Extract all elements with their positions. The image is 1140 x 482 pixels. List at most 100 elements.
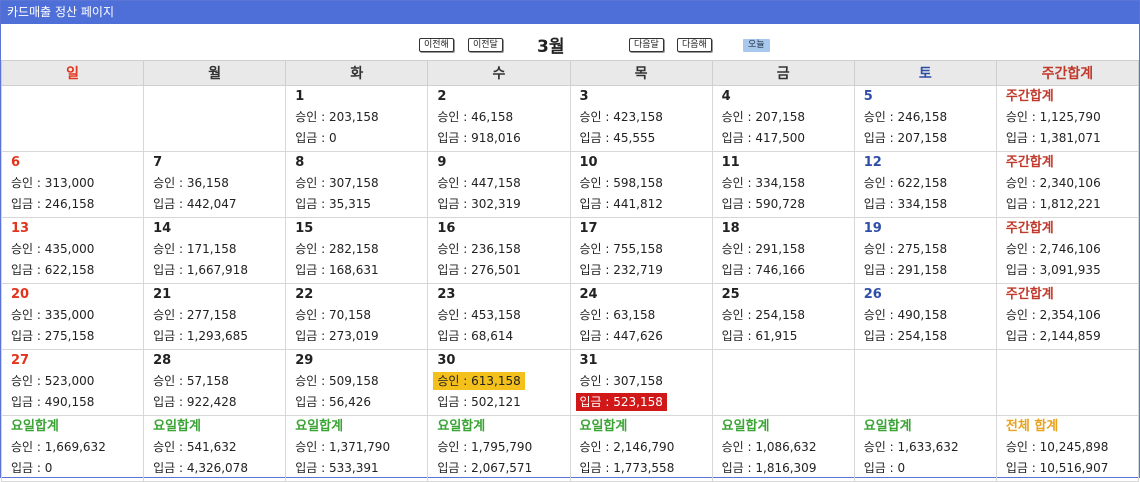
day-cell[interactable]: 22 승인 : 70,158 입금 : 273,019	[285, 283, 429, 350]
approve-amount: 승인 : 254,158	[721, 308, 806, 322]
next-month-button[interactable]: 다음달	[629, 38, 664, 52]
day-cell[interactable]: 15 승인 : 282,158 입금 : 168,631	[285, 217, 429, 284]
next-year-button[interactable]: 다음해	[677, 38, 712, 52]
deposit-amount: 입금 : 502,121	[437, 395, 521, 409]
deposit-line: 입금 : 246,158	[11, 194, 143, 215]
approve-line: 승인 : 282,158	[295, 239, 427, 260]
deposit-amount: 입금 : 918,016	[437, 131, 521, 145]
deposit-line: 입금 : 56,426	[295, 392, 427, 413]
day-cell[interactable]: 27 승인 : 523,000 입금 : 490,158	[0, 349, 145, 416]
deposit-amount: 입금 : 590,728	[721, 197, 806, 211]
day-cell[interactable]: 24 승인 : 63,158 입금 : 447,626	[569, 283, 713, 350]
day-cell[interactable]: 28 승인 : 57,158 입금 : 922,428	[143, 349, 287, 416]
deposit-amount: 입금 : 207,158	[863, 131, 948, 145]
day-cell[interactable]: 4 승인 : 207,158 입금 : 417,500	[711, 85, 855, 152]
day-cell[interactable]: 18 승인 : 291,158 입금 : 746,166	[711, 217, 855, 284]
deposit-amount: 입금 : 922,428	[153, 395, 237, 409]
deposit-amount: 입금 : 45,555	[579, 131, 656, 145]
deposit-line: 입금 : 254,158	[864, 326, 996, 347]
deposit-line: 입금 : 302,319	[437, 194, 569, 215]
header-friday: 금	[711, 60, 855, 86]
approve-amount: 승인 : 277,158	[153, 308, 237, 322]
today-button[interactable]: 오늘	[743, 39, 770, 52]
day-cell[interactable]: 17 승인 : 755,158 입금 : 232,719	[569, 217, 713, 284]
prev-year-button[interactable]: 이전해	[419, 38, 454, 52]
day-cell[interactable]: 2 승인 : 46,158 입금 : 918,016	[427, 85, 571, 152]
approve-amount: 승인 : 203,158	[295, 110, 379, 124]
day-cell[interactable]: 5 승인 : 246,158 입금 : 207,158	[853, 85, 997, 152]
day-cell[interactable]: 9 승인 : 447,158 입금 : 302,319	[427, 151, 571, 218]
deposit-amount: 입금 : 1,293,685	[153, 329, 248, 343]
approve-line: 승인 : 423,158	[580, 107, 712, 128]
day-cell[interactable]: 1 승인 : 203,158 입금 : 0	[285, 85, 429, 152]
day-cell[interactable]: 12 승인 : 622,158 입금 : 334,158	[853, 151, 997, 218]
deposit-amount: 입금 : 56,426	[295, 395, 371, 409]
approve-line	[11, 107, 143, 128]
day-cell[interactable]: 6 승인 : 313,000 입금 : 246,158	[0, 151, 145, 218]
deposit-line: 입금 : 276,501	[437, 260, 569, 281]
approve-amount: 승인 : 755,158	[579, 242, 663, 256]
deposit-line: 입금 : 523,158	[575, 392, 712, 413]
approve-line: 승인 : 70,158	[295, 305, 427, 326]
day-cell[interactable]: 14 승인 : 171,158 입금 : 1,667,918	[143, 217, 287, 284]
day-cell[interactable]: 13 승인 : 435,000 입금 : 622,158	[0, 217, 145, 284]
day-cell[interactable]: 29 승인 : 509,158 입금 : 56,426	[285, 349, 429, 416]
dow-total-approve: 승인 : 1,086,632	[721, 440, 817, 454]
day-number: 10	[579, 155, 598, 170]
dow-total-cell: 요일합계 승인 : 1,795,790 입금 : 2,067,571	[427, 415, 571, 482]
approve-amount: 승인 : 46,158	[437, 110, 514, 124]
approve-amount: 승인 : 57,158	[153, 374, 229, 388]
day-cell[interactable]: 26 승인 : 490,158 입금 : 254,158	[853, 283, 997, 350]
day-cell[interactable]: 3 승인 : 423,158 입금 : 45,555	[569, 85, 713, 152]
day-number: 4	[721, 89, 731, 104]
dow-total-cell: 요일합계 승인 : 2,146,790 입금 : 1,773,558	[569, 415, 713, 482]
day-number: 20	[11, 287, 30, 302]
approve-amount: 승인 : 335,000	[11, 308, 95, 322]
dow-total-deposit: 입금 : 533,391	[295, 461, 379, 475]
deposit-line: 입금 : 502,121	[437, 392, 569, 413]
approve-line: 승인 : 275,158	[864, 239, 996, 260]
week-row: 13 승인 : 435,000 입금 : 622,158 14 승인 : 171,158…	[0, 217, 1140, 284]
day-cell[interactable]	[853, 349, 997, 416]
approve-amount: 승인 : 423,158	[579, 110, 663, 124]
approve-line: 승인 : 490,158	[864, 305, 996, 326]
day-cell[interactable]: 20 승인 : 335,000 입금 : 275,158	[0, 283, 145, 350]
day-cell[interactable]: 11 승인 : 334,158 입금 : 590,728	[711, 151, 855, 218]
day-number: 24	[579, 287, 598, 302]
day-cell[interactable]: 23 승인 : 453,158 입금 : 68,614	[427, 283, 571, 350]
approve-amount: 승인 : 622,158	[863, 176, 948, 190]
day-cell[interactable]: 7 승인 : 36,158 입금 : 442,047	[143, 151, 287, 218]
dow-total-approve: 승인 : 1,795,790	[437, 440, 533, 454]
deposit-line	[153, 128, 285, 149]
header-thursday: 목	[569, 60, 713, 86]
deposit-line: 입금 : 35,315	[295, 194, 427, 215]
day-cell[interactable]: 31 승인 : 307,158 입금 : 523,158	[569, 349, 713, 416]
day-number: 14	[153, 221, 172, 236]
day-cell[interactable]: 10 승인 : 598,158 입금 : 441,812	[569, 151, 713, 218]
day-cell[interactable]	[711, 349, 855, 416]
approve-line	[153, 107, 285, 128]
day-cell[interactable]: 30 승인 : 613,158 입금 : 502,121	[427, 349, 571, 416]
approve-amount: 승인 : 523,000	[11, 374, 95, 388]
day-number: 17	[579, 221, 598, 236]
day-cell[interactable]: 19 승인 : 275,158 입금 : 291,158	[853, 217, 997, 284]
approve-line	[864, 371, 996, 392]
day-cell[interactable]	[0, 85, 145, 152]
approve-line: 승인 : 435,000	[11, 239, 143, 260]
week-row: 27 승인 : 523,000 입금 : 490,158 28 승인 : 57,158 입…	[0, 349, 1140, 416]
dow-total-deposit: 입금 : 1,773,558	[579, 461, 675, 475]
day-cell[interactable]: 8 승인 : 307,158 입금 : 35,315	[285, 151, 429, 218]
day-number	[153, 86, 285, 107]
dow-total-deposit: 입금 : 4,326,078	[153, 461, 248, 475]
day-cell[interactable]: 21 승인 : 277,158 입금 : 1,293,685	[143, 283, 287, 350]
dow-total-label: 요일합계	[579, 419, 628, 434]
day-cell[interactable]	[143, 85, 287, 152]
day-cell[interactable]: 25 승인 : 254,158 입금 : 61,915	[711, 283, 855, 350]
deposit-line: 입금 : 275,158	[11, 326, 143, 347]
prev-month-button[interactable]: 이전달	[468, 38, 503, 52]
day-number: 3	[579, 89, 589, 104]
approve-line: 승인 : 291,158	[722, 239, 854, 260]
approve-line: 승인 : 236,158	[437, 239, 569, 260]
weekly-total-cell: 주간합계 승인 : 1,125,790 입금 : 1,381,071	[995, 85, 1140, 152]
day-cell[interactable]: 16 승인 : 236,158 입금 : 276,501	[427, 217, 571, 284]
